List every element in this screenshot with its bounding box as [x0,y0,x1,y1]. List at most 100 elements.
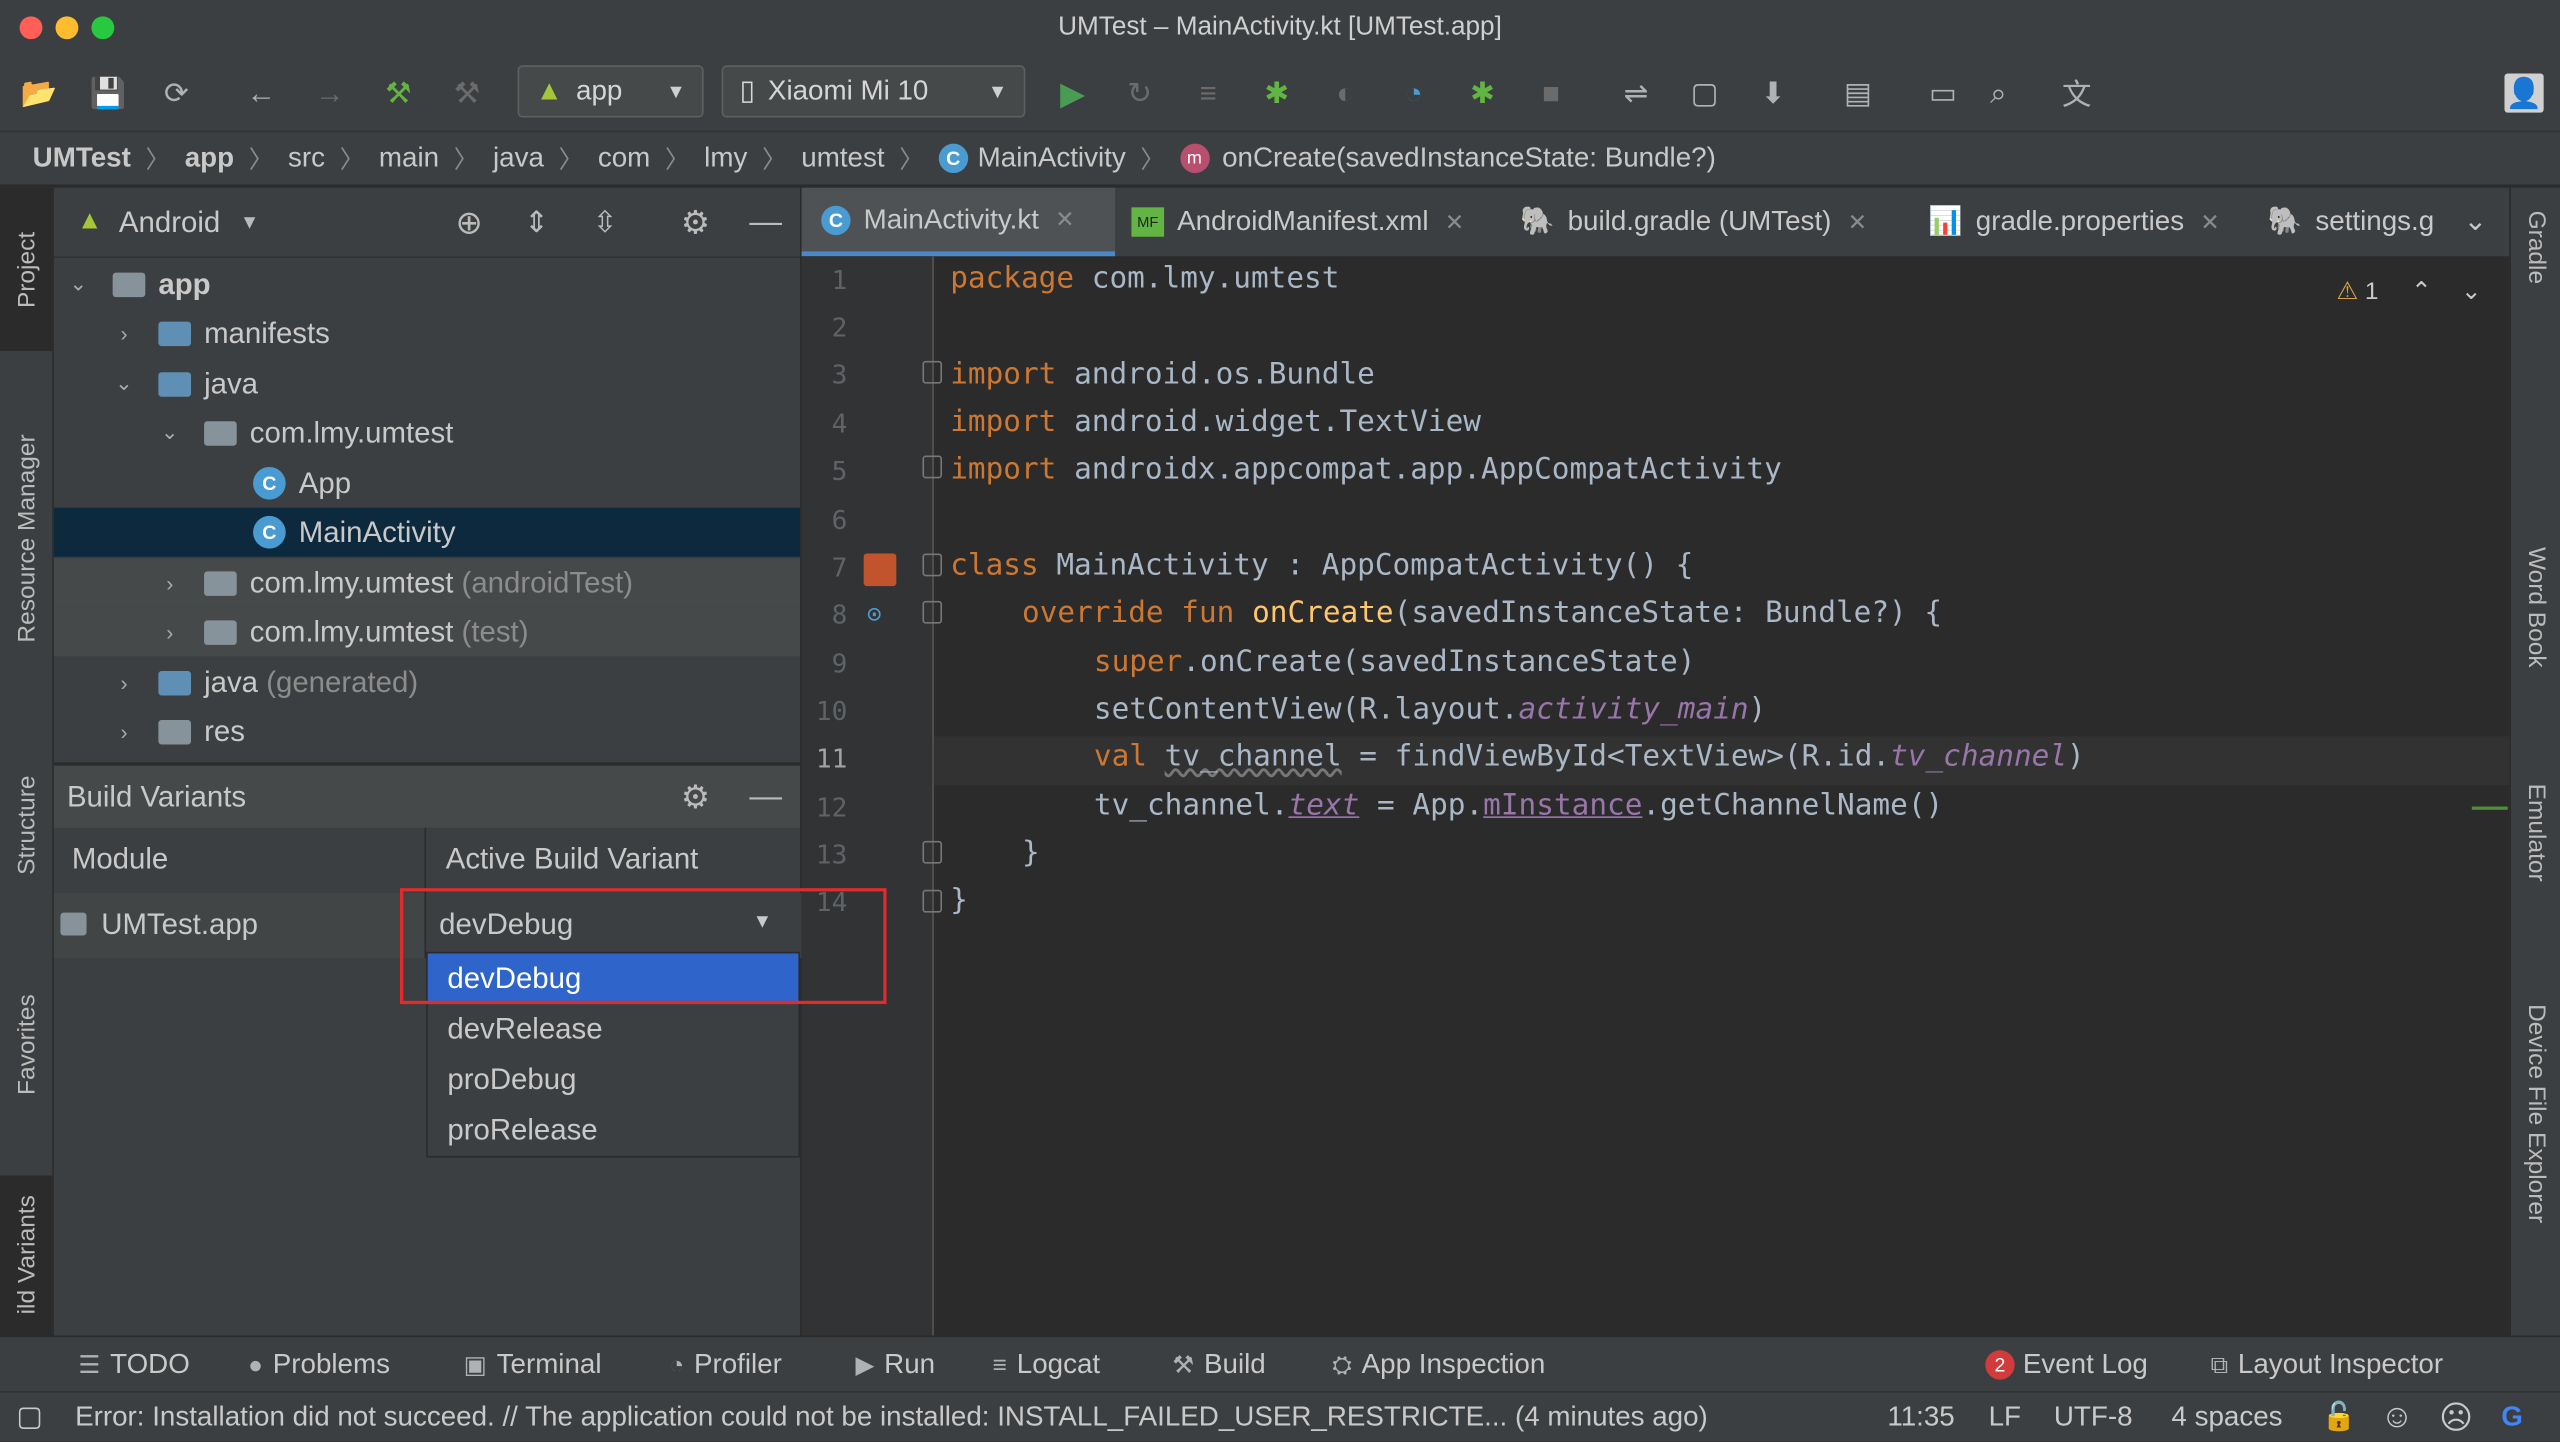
chevron-down-icon[interactable]: ⌄ [67,271,90,297]
file-encoding[interactable]: UTF-8 [2054,1393,2133,1442]
presentation-icon[interactable]: ▭ [1920,70,1966,116]
forward-icon[interactable]: → [307,70,353,116]
chevron-down-icon[interactable]: ⌄ [158,420,181,446]
tool-window-toggle-icon[interactable]: ▢ [16,1393,42,1442]
breadcrumb-item[interactable]: umtest 〉 [801,141,938,175]
tab-build-gradle[interactable]: 🐘 build.gradle (UMTest) ✕ [1520,188,1867,257]
line-separator[interactable]: LF [1989,1393,2021,1442]
tree-item-java-generated[interactable]: › java (generated) [54,658,800,707]
save-icon[interactable]: 💾 [85,70,131,116]
smile-icon[interactable]: ☺ [2380,1393,2413,1442]
chevron-down-icon[interactable]: ⌄ [113,371,136,397]
tab-todo[interactable]: ☰ TODO [78,1337,189,1393]
breadcrumb-item[interactable]: main 〉 [379,141,493,175]
translate-icon[interactable]: 文 [2054,70,2100,116]
tab-gradle[interactable]: Gradle [2511,211,2560,285]
fold-icon[interactable] [922,889,943,913]
sdk-manager-icon[interactable]: ⬇ [1750,70,1796,116]
tab-terminal[interactable]: ▣ Terminal [464,1337,602,1393]
chevron-down-icon[interactable]: ⌄ [2461,276,2482,306]
gear-icon[interactable]: ⚙ [681,776,710,817]
chevron-right-icon[interactable]: › [158,571,181,595]
breadcrumb-item[interactable]: app 〉 [185,141,288,175]
variant-option[interactable]: devRelease [428,1004,799,1055]
breadcrumb-item[interactable]: java 〉 [493,141,598,175]
tab-mainactivity[interactable]: C MainActivity.kt ✕ [801,187,1116,257]
run-config-select[interactable]: ▲ app ▼ [517,65,704,118]
activity-layout-icon[interactable] [863,553,897,587]
breadcrumb-item[interactable]: m onCreate(savedInstanceState: Bundle?) [1179,142,1716,175]
tab-structure[interactable]: Structure [0,743,52,906]
open-folder-icon[interactable]: 📂 [16,70,62,116]
indent-setting[interactable]: 4 spaces [2171,1393,2282,1442]
caret-position[interactable]: 11:35 [1887,1393,1954,1442]
fold-icon[interactable] [922,600,943,624]
frown-icon[interactable]: ☹ [2439,1393,2473,1442]
breadcrumb-item[interactable]: lmy 〉 [704,141,801,175]
tree-item-app-class[interactable]: C App [54,459,800,508]
build-module-icon[interactable]: ⚒ [444,70,490,116]
make-project-icon[interactable]: ⚒ [376,70,422,116]
debug-icon[interactable]: ✱ [1254,70,1300,116]
override-icon[interactable]: ⊙ [867,599,882,628]
back-icon[interactable]: ← [238,70,284,116]
profile-icon[interactable]: ◔ [1391,70,1437,116]
chevron-right-icon[interactable]: › [113,719,136,743]
tab-problems[interactable]: ● Problems [248,1337,390,1393]
google-icon[interactable]: G [2501,1393,2523,1442]
fold-icon[interactable] [922,553,943,577]
fold-icon[interactable] [922,840,943,864]
tab-settings-gradle[interactable]: 🐘 settings.g [2268,188,2464,257]
tab-event-log[interactable]: 2 Event Log [1985,1337,2148,1393]
breadcrumb-item[interactable]: src 〉 [288,141,379,175]
tree-item-res[interactable]: › res [54,707,800,756]
lock-icon[interactable]: 🔓 [2322,1393,2357,1442]
search-icon[interactable]: ⌕ [1976,70,2022,116]
chevron-down-icon[interactable]: ▼ [240,211,259,234]
status-message[interactable]: Error: Installation did not succeed. // … [75,1393,1855,1442]
tab-profiler[interactable]: ◔ Profiler [669,1337,782,1393]
warning-indicator[interactable]: ⚠ 1 ⌃ ⌄ [2336,276,2482,306]
tab-build[interactable]: ⚒ Build [1172,1337,1265,1393]
close-icon[interactable]: ✕ [1055,206,1074,234]
account-icon[interactable]: 👤 [2504,73,2544,113]
minimize-icon[interactable]: — [749,778,782,816]
tree-item-android-test[interactable]: › com.lmy.umtest (androidTest) [53,558,800,608]
attach-debugger-icon[interactable]: ✱ [1460,70,1506,116]
tab-list-chevron-icon[interactable]: ⌄ [2464,188,2487,257]
tab-emulator[interactable]: Emulator [2511,784,2560,882]
apply-changes-icon[interactable]: ↻ [1117,70,1163,116]
breadcrumb-item[interactable]: C MainActivity 〉 [938,141,1179,175]
variant-option[interactable]: proDebug [428,1055,799,1106]
sync-icon[interactable]: ⟳ [153,70,199,116]
chevron-right-icon[interactable]: › [158,620,181,644]
fold-icon[interactable] [922,360,943,384]
close-icon[interactable]: ✕ [1445,208,1464,236]
tab-project[interactable]: Project [0,187,53,352]
apply-code-changes-icon[interactable]: ≡ [1185,70,1231,116]
breadcrumb-item[interactable]: com 〉 [598,141,704,175]
chevron-right-icon[interactable]: › [113,321,136,345]
tab-gradle-properties[interactable]: 📊 gradle.properties ✕ [1928,188,2219,257]
fold-icon[interactable] [922,455,943,479]
tab-app-inspection[interactable]: ⛭ App Inspection [1332,1337,1545,1393]
tree-item-mainactivity[interactable]: C MainActivity [53,507,800,557]
tab-run[interactable]: ▶ Run [856,1337,936,1393]
avd-manager-icon[interactable]: ▢ [1682,70,1728,116]
project-structure-icon[interactable]: ▤ [1835,70,1881,116]
run-icon[interactable]: ▶ [1050,70,1096,116]
tree-item-package[interactable]: ⌄ com.lmy.umtest [54,408,800,457]
tab-word-book[interactable]: Word Book [2511,547,2560,668]
expand-all-icon[interactable]: ⇕ [524,205,549,239]
gear-icon[interactable]: ⚙ [681,202,710,243]
close-icon[interactable]: ✕ [1848,208,1867,236]
sync-gradle-icon[interactable]: ⇌ [1613,70,1659,116]
code-editor[interactable]: 1 2 3 4 5 6 7 8 9 10 11 12 13 14 ⊙ packa… [801,256,2510,1336]
tree-item-app[interactable]: ⌄ app [54,260,800,309]
tree-item-test[interactable]: › com.lmy.umtest (test) [53,607,800,657]
tab-logcat[interactable]: ≡ Logcat [993,1337,1100,1393]
tab-androidmanifest[interactable]: MF AndroidManifest.xml ✕ [1131,188,1464,257]
locate-icon[interactable]: ⊕ [456,202,483,243]
chevron-right-icon[interactable]: › [113,670,136,694]
tree-item-java[interactable]: ⌄ java [54,359,800,408]
